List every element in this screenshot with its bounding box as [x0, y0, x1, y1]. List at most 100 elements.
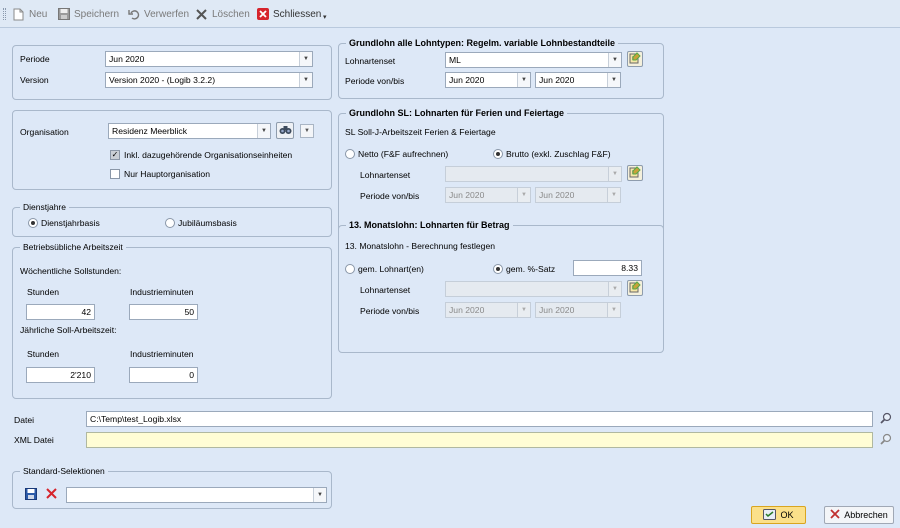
chevron-down-icon: ▼ — [517, 73, 530, 87]
yearly-industrie-input[interactable]: 0 — [129, 367, 198, 383]
monatslohn-title: 13. Monatslohn: Lohnarten für Betrag — [346, 220, 513, 231]
hauptorganisation-label: Nur Hauptorganisation — [124, 169, 210, 179]
save-button[interactable]: Speichern — [57, 6, 119, 22]
close-button[interactable]: Schliessen — [256, 6, 321, 22]
satz-input[interactable]: 8.33 — [573, 260, 642, 276]
delete-button-label: Löschen — [212, 8, 250, 20]
chevron-down-icon: ▼ — [607, 73, 620, 87]
lohnartenset-edit-icon — [629, 52, 641, 66]
standard-save-button[interactable] — [24, 487, 38, 502]
dienstjahre-title: Dienstjahre — [20, 202, 69, 213]
datei-label: Datei — [14, 415, 35, 425]
jubilaeumsbasis-label: Jubiläumsbasis — [178, 218, 237, 228]
grundlohn-alle-lohnartenset-select[interactable]: ML ▼ — [445, 52, 622, 68]
xml-datei-browse-button[interactable] — [879, 433, 893, 447]
jubilaeumsbasis-radio[interactable] — [165, 218, 175, 228]
xml-datei-input[interactable] — [86, 432, 873, 448]
weekly-label: Wöchentliche Sollstunden: — [20, 266, 122, 276]
yearly-stunden-label: Stunden — [27, 349, 60, 359]
lohnartenset-edit-icon — [629, 281, 641, 295]
grundlohn-sl-lohnartenset-select[interactable]: ▼ — [445, 166, 622, 182]
grundlohn-sl-lohnartenset-label: Lohnartenset — [360, 170, 411, 180]
netto-label: Netto (F&F aufrechnen) — [358, 149, 449, 159]
organisation-label: Organisation — [20, 127, 69, 137]
lohnart-radio[interactable] — [345, 264, 355, 274]
toolbar-overflow-icon[interactable]: ▾ — [323, 9, 327, 25]
lohnartenset-edit-icon — [629, 166, 641, 180]
ok-icon — [763, 508, 777, 522]
yearly-label: Jährliche Soll-Arbeitszeit: — [20, 325, 117, 335]
cancel-label: Abbrechen — [844, 510, 888, 520]
satz-label: gem. %-Satz — [506, 264, 556, 274]
delete-button[interactable]: Löschen — [195, 6, 250, 22]
ok-button[interactable]: OK — [751, 506, 806, 524]
chevron-down-icon: ▼ — [313, 488, 326, 502]
new-button[interactable]: Neu — [12, 6, 47, 22]
inkl-organisation-label: Inkl. dazugehörende Organisationseinheit… — [124, 150, 293, 160]
weekly-industrie-input[interactable]: 50 — [129, 304, 198, 320]
grundlohn-sl-title: Grundlohn SL: Lohnarten für Ferien und F… — [346, 108, 568, 119]
organisation-search-button[interactable] — [276, 122, 294, 139]
main-form: Periode Jun 2020 ▼ Version Version 2020 -… — [0, 28, 900, 528]
grundlohn-sl-von-select[interactable]: Jun 2020 ▼ — [445, 187, 531, 203]
grundlohn-alle-von-select[interactable]: Jun 2020 ▼ — [445, 72, 531, 88]
grundlohn-sl-bis-select[interactable]: Jun 2020 ▼ — [535, 187, 621, 203]
monatslohn-subtitle: 13. Monatslohn - Berechnung festlegen — [345, 241, 496, 251]
chevron-down-icon: ▼ — [299, 52, 312, 66]
chevron-down-icon: ▼ — [608, 167, 621, 181]
checkmark-icon: ✓ — [111, 150, 119, 159]
lohnart-label: gem. Lohnart(en) — [358, 264, 424, 274]
close-button-label: Schliessen — [273, 8, 322, 20]
monatslohn-lohnartenset-edit-button[interactable] — [627, 280, 643, 296]
hauptorganisation-checkbox[interactable] — [110, 169, 120, 179]
undo-icon — [127, 8, 140, 21]
brutto-label: Brutto (exkl. Zuschlag F&F) — [506, 149, 611, 159]
chevron-down-icon: ▼ — [607, 188, 620, 202]
discard-button[interactable]: Verwerfen — [127, 6, 189, 22]
grundlohn-alle-bis-value: Jun 2020 — [539, 75, 575, 85]
weekly-stunden-input[interactable]: 42 — [26, 304, 95, 320]
chevron-down-icon: ▼ — [257, 124, 270, 138]
version-select[interactable]: Version 2020 - (Logib 3.2.2) ▼ — [105, 72, 313, 88]
monatslohn-von-select[interactable]: Jun 2020 ▼ — [445, 302, 531, 318]
grundlohn-alle-von-value: Jun 2020 — [449, 75, 485, 85]
satz-radio[interactable] — [493, 264, 503, 274]
toolbar-grip — [3, 8, 6, 20]
grundlohn-sl-subtitle: SL Soll-J-Arbeitszeit Ferien & Feiertage — [345, 127, 496, 137]
grundlohn-alle-lohnartenset-value: ML — [449, 55, 461, 65]
chevron-down-icon: ▼ — [607, 303, 620, 317]
grundlohn-alle-lohnartenset-edit-button[interactable] — [627, 51, 643, 67]
standard-select[interactable]: ▼ — [66, 487, 327, 503]
chevron-down-icon: ▼ — [517, 303, 530, 317]
chevron-down-icon: ▼ — [299, 73, 312, 87]
chevron-down-icon: ▼ — [517, 188, 530, 202]
yearly-stunden-input[interactable]: 2'210 — [26, 367, 95, 383]
datei-browse-button[interactable] — [879, 412, 893, 426]
brutto-radio[interactable] — [493, 149, 503, 159]
grundlohn-alle-bis-select[interactable]: Jun 2020 ▼ — [535, 72, 621, 88]
periode-select[interactable]: Jun 2020 ▼ — [105, 51, 313, 67]
grundlohn-alle-lohnartenset-label: Lohnartenset — [345, 56, 396, 66]
cancel-x-icon — [830, 509, 840, 521]
monatslohn-lohnartenset-select[interactable]: ▼ — [445, 281, 622, 297]
cancel-button[interactable]: Abbrechen — [824, 506, 894, 524]
dienstjahrbasis-radio[interactable] — [28, 218, 38, 228]
save-icon — [57, 8, 70, 21]
grundlohn-sl-von-value: Jun 2020 — [449, 190, 485, 200]
grundlohn-alle-periode-label: Periode von/bis — [345, 76, 405, 86]
discard-button-label: Verwerfen — [144, 8, 190, 20]
datei-input[interactable]: C:\Temp\test_Logib.xlsx — [86, 411, 873, 427]
dienstjahrbasis-label: Dienstjahrbasis — [41, 218, 100, 228]
weekly-industrie-label: Industrieminuten — [130, 287, 194, 297]
standard-title: Standard-Selektionen — [20, 466, 108, 477]
inkl-organisation-checkbox[interactable]: ✓ — [110, 150, 120, 160]
organisation-options-button[interactable]: ▼ — [300, 124, 314, 138]
grundlohn-sl-lohnartenset-edit-button[interactable] — [627, 165, 643, 181]
monatslohn-bis-select[interactable]: Jun 2020 ▼ — [535, 302, 621, 318]
binoculars-icon — [279, 124, 292, 137]
standard-delete-button[interactable] — [44, 488, 58, 502]
save-button-label: Speichern — [74, 8, 120, 20]
netto-radio[interactable] — [345, 149, 355, 159]
version-value: Version 2020 - (Logib 3.2.2) — [109, 75, 216, 85]
organisation-select[interactable]: Residenz Meerblick ▼ — [108, 123, 271, 139]
